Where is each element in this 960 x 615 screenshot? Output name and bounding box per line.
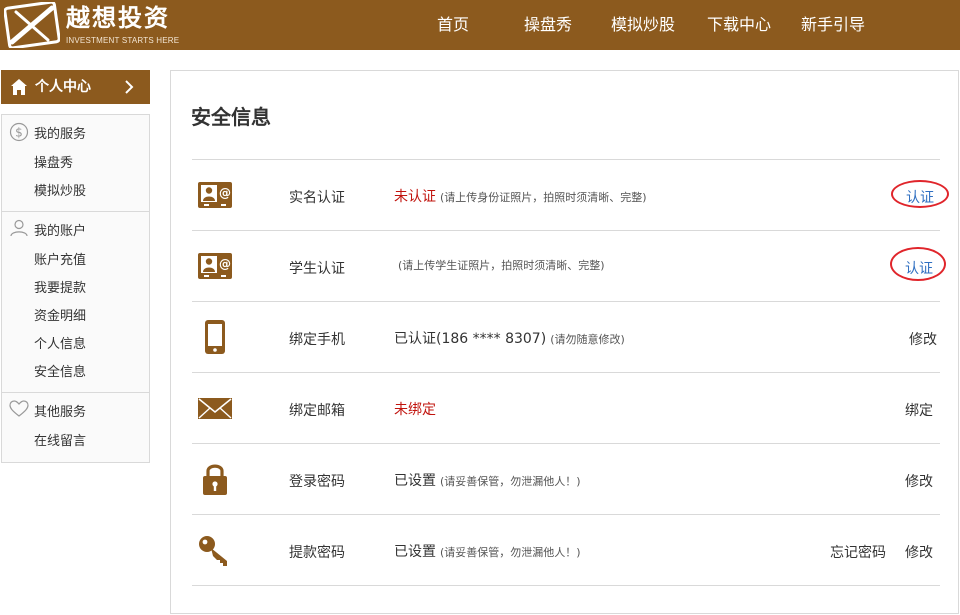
sidebar-item-trading-show[interactable]: 操盘秀 <box>34 152 73 171</box>
bind-email-button[interactable]: 绑定 <box>905 400 933 420</box>
brand-name: 越想投资 <box>66 4 170 32</box>
row-divider <box>192 514 940 515</box>
svg-text:@: @ <box>219 186 231 200</box>
nav-download-center[interactable]: 下载中心 <box>707 0 771 50</box>
row-divider <box>192 443 940 444</box>
row-label: 绑定邮箱 <box>289 403 345 419</box>
row-divider <box>192 230 940 231</box>
status-hint: (请妥善保管，勿泄漏他人！) <box>440 475 581 488</box>
sidebar-item-withdraw[interactable]: 我要提款 <box>34 277 86 296</box>
sidebar-title: 个人中心 <box>35 79 91 95</box>
row-status: 未绑定 <box>394 399 440 419</box>
status-hint: (请勿随意修改) <box>550 333 625 346</box>
status-hint: (请上传学生证照片，拍照时须清晰、完整) <box>398 259 605 272</box>
sidebar-header[interactable]: 个人中心 <box>1 70 150 104</box>
sidebar-group-other-services: 其他服务 <box>34 405 87 420</box>
sidebar-item-personal-info[interactable]: 个人信息 <box>34 333 86 352</box>
dollar-icon: $ <box>9 122 29 142</box>
top-header: 越想投资 INVESTMENT STARTS HERE 首页 操盘秀 模拟炒股 … <box>0 0 960 50</box>
row-status: 未认证 (请上传身份证照片，拍照时须清晰、完整) <box>394 186 647 206</box>
forgot-password-link[interactable]: 忘记密码 <box>830 542 886 562</box>
nav-home[interactable]: 首页 <box>437 0 469 50</box>
row-divider <box>192 301 940 302</box>
status-hint: (请上传身份证照片，拍照时须清晰、完整) <box>440 191 647 204</box>
row-status: 已认证(186 **** 8307) (请勿随意修改) <box>394 328 625 348</box>
chevron-right-icon <box>125 80 134 94</box>
user-icon <box>10 219 28 237</box>
status-hint: (请妥善保管，勿泄漏他人！) <box>440 546 581 559</box>
modify-phone-button[interactable]: 修改 <box>909 329 937 349</box>
row-divider <box>192 585 940 586</box>
sidebar-group-my-account: 我的账户 <box>34 224 87 239</box>
status-text: 未绑定 <box>394 402 436 418</box>
row-label: 提款密码 <box>289 545 345 561</box>
row-label: 登录密码 <box>289 474 345 490</box>
sidebar-item-security-info[interactable]: 安全信息 <box>34 361 86 380</box>
lock-icon <box>203 464 227 495</box>
page-title: 安全信息 <box>191 105 271 129</box>
status-text: 已认证(186 **** 8307) <box>394 331 547 347</box>
logo-mark-icon <box>4 2 60 48</box>
svg-text:$: $ <box>15 126 23 140</box>
row-status: 已设置 (请妥善保管，勿泄漏他人！) <box>394 470 581 490</box>
id-card-icon: @ <box>198 253 232 279</box>
nav-trading-show[interactable]: 操盘秀 <box>524 0 572 50</box>
row-divider <box>192 159 940 160</box>
id-card-icon: @ <box>198 182 232 208</box>
sidebar-item-online-message[interactable]: 在线留言 <box>34 430 86 449</box>
nav-beginner-guide[interactable]: 新手引导 <box>801 0 865 50</box>
sidebar-menu: $ 我的服务 操盘秀 模拟炒股 我的账户 账户充值 我要提款 资金明细 个人信息… <box>1 114 150 463</box>
row-divider <box>192 372 940 373</box>
row-status: (请上传学生证照片，拍照时须清晰、完整) <box>394 257 605 273</box>
svg-text:@: @ <box>219 257 231 271</box>
status-text: 已设置 <box>394 473 436 489</box>
nav-simulated-trading[interactable]: 模拟炒股 <box>611 0 675 50</box>
sidebar-item-recharge[interactable]: 账户充值 <box>34 249 86 268</box>
security-info-panel: 安全信息 @ 实名认证 未认证 (请上传身份证照片，拍照时须清晰、完整) 认证 @ <box>170 70 959 614</box>
sidebar-group-my-services: 我的服务 <box>34 127 87 142</box>
status-text: 已设置 <box>394 544 436 560</box>
row-label: 实名认证 <box>289 190 345 206</box>
sidebar-divider <box>2 392 149 393</box>
modify-withdraw-password-button[interactable]: 修改 <box>905 542 933 562</box>
sidebar-item-simulated-trading[interactable]: 模拟炒股 <box>34 180 86 199</box>
site-logo[interactable]: 越想投资 INVESTMENT STARTS HERE <box>4 0 184 50</box>
brand-slogan: INVESTMENT STARTS HERE <box>66 36 180 45</box>
mail-icon <box>198 398 232 419</box>
row-label: 学生认证 <box>289 261 345 277</box>
verify-real-name-button[interactable]: 认证 <box>906 187 934 207</box>
sidebar-item-fund-details[interactable]: 资金明细 <box>34 305 86 324</box>
key-icon <box>199 536 227 566</box>
verify-student-button[interactable]: 认证 <box>905 258 933 278</box>
home-icon <box>11 79 27 95</box>
heart-icon <box>9 400 29 417</box>
row-status: 已设置 (请妥善保管，勿泄漏他人！) <box>394 541 581 561</box>
status-text: 未认证 <box>394 189 436 205</box>
sidebar-divider <box>2 211 149 212</box>
modify-login-password-button[interactable]: 修改 <box>905 471 933 491</box>
phone-icon <box>205 320 225 354</box>
row-label: 绑定手机 <box>289 332 345 348</box>
